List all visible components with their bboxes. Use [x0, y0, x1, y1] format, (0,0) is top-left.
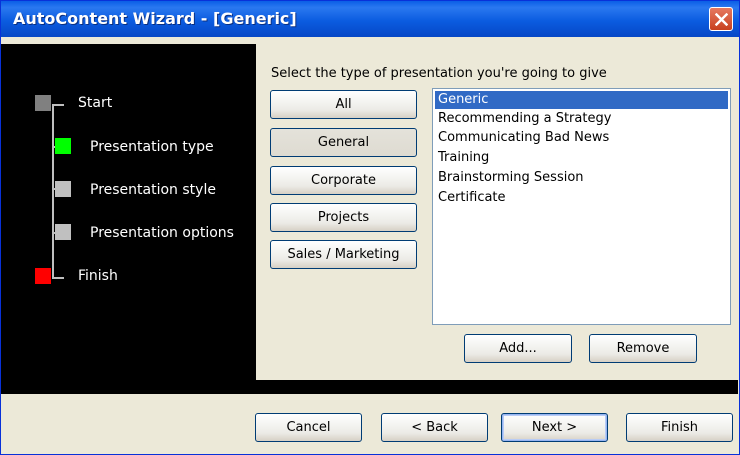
step-label-finish: Finish — [78, 268, 118, 284]
list-item-recommending-a-strategy[interactable]: Recommending a Strategy — [435, 110, 611, 128]
divider-strip — [1, 380, 738, 394]
cancel-button-label: Cancel — [286, 420, 331, 435]
next-button[interactable]: Next > — [501, 413, 608, 442]
step-connector — [52, 277, 64, 279]
add-button-label: Add... — [499, 341, 537, 356]
presentation-type-prompt: Select the type of presentation you're g… — [271, 66, 607, 81]
category-general-label: General — [317, 135, 370, 150]
step-connector — [52, 104, 54, 279]
step-label-presentation-style: Presentation style — [90, 182, 216, 198]
window-title: AutoContent Wizard - [Generic] — [13, 9, 297, 28]
remove-button-label: Remove — [616, 341, 670, 356]
cancel-button[interactable]: Cancel — [255, 413, 362, 442]
list-item-certificate[interactable]: Certificate — [435, 189, 506, 207]
step-label-presentation-options: Presentation options — [90, 225, 234, 241]
step-marker-presentation-type — [55, 138, 71, 154]
step-marker-finish — [35, 268, 51, 284]
step-label-start: Start — [78, 95, 113, 111]
step-connector — [52, 104, 64, 106]
category-all-button[interactable]: All — [270, 90, 417, 119]
list-item-communicating-bad-news[interactable]: Communicating Bad News — [435, 129, 609, 147]
close-button[interactable] — [709, 7, 733, 31]
back-button-label: < Back — [411, 420, 458, 435]
category-corporate-label: Corporate — [311, 173, 376, 188]
presentation-list[interactable]: Generic Recommending a Strategy Communic… — [432, 88, 731, 325]
step-marker-presentation-style — [55, 181, 71, 197]
list-item-generic[interactable]: Generic — [435, 91, 728, 109]
category-general-button[interactable]: General — [270, 128, 417, 157]
category-sales-marketing-label: Sales / Marketing — [287, 247, 400, 262]
back-button[interactable]: < Back — [381, 413, 488, 442]
step-label-presentation-type: Presentation type — [90, 139, 214, 155]
list-item-training[interactable]: Training — [435, 149, 489, 167]
remove-button[interactable]: Remove — [589, 334, 697, 363]
step-marker-start — [35, 95, 51, 111]
category-corporate-button[interactable]: Corporate — [270, 166, 417, 195]
finish-button[interactable]: Finish — [626, 413, 733, 442]
category-projects-label: Projects — [317, 210, 370, 225]
category-all-label: All — [335, 97, 352, 112]
next-button-label: Next > — [531, 420, 578, 435]
add-button[interactable]: Add... — [464, 334, 572, 363]
step-marker-presentation-options — [55, 224, 71, 240]
title-bar[interactable]: AutoContent Wizard - [Generic] — [1, 1, 739, 37]
category-sales-marketing-button[interactable]: Sales / Marketing — [270, 240, 417, 269]
close-icon — [715, 13, 728, 26]
finish-button-label: Finish — [660, 420, 698, 435]
wizard-steps-pane: Start Presentation type Presentation sty… — [1, 44, 256, 380]
list-item-brainstorming-session[interactable]: Brainstorming Session — [435, 169, 584, 187]
category-projects-button[interactable]: Projects — [270, 203, 417, 232]
